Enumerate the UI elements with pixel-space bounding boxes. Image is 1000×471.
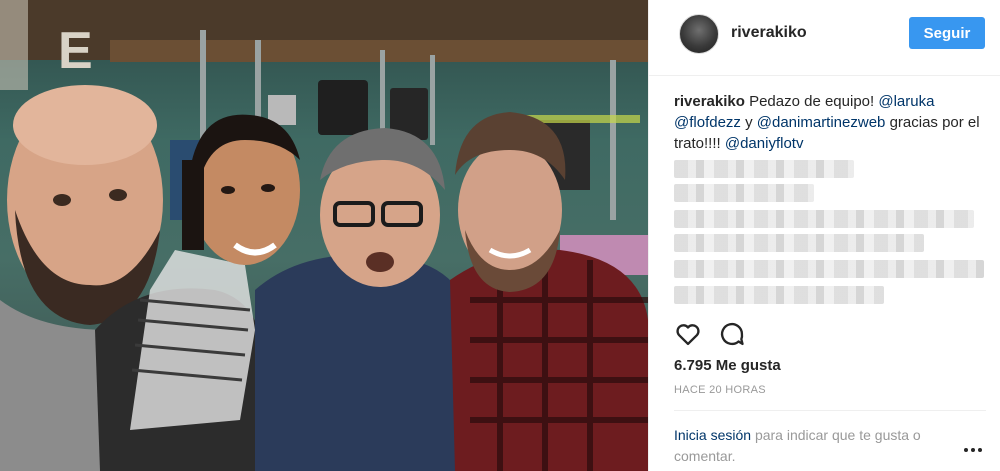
blurred-comment — [674, 210, 974, 228]
blurred-comments — [674, 158, 986, 308]
svg-text:E: E — [58, 22, 93, 80]
avatar[interactable] — [679, 14, 719, 54]
group-selfie-image: E — [0, 0, 648, 471]
divider — [674, 410, 986, 411]
blurred-comment — [674, 184, 814, 202]
post-side-panel: riverakiko Seguir riverakiko Pedazo de e… — [648, 0, 1000, 471]
login-link[interactable]: Inicia sesión — [674, 427, 751, 443]
post-actions — [674, 320, 794, 348]
timestamp[interactable]: HACE 20 HORAS — [674, 384, 766, 396]
mention-link[interactable]: @laruka — [878, 93, 934, 110]
mention-link[interactable]: @danimartinezweb — [757, 114, 886, 131]
mention-link[interactable]: @daniyflotv — [725, 135, 804, 152]
caption-username-link[interactable]: riverakiko — [674, 93, 745, 110]
mention-link[interactable]: @flofdezz — [674, 114, 741, 131]
more-options-icon[interactable] — [961, 438, 985, 462]
caption-text: Pedazo de equipo! — [749, 93, 875, 110]
heart-icon[interactable] — [674, 320, 702, 348]
follow-button[interactable]: Seguir — [909, 17, 985, 49]
comment-icon[interactable] — [718, 320, 746, 348]
post-photo[interactable]: E — [0, 0, 648, 471]
blurred-comment — [674, 260, 984, 278]
like-count[interactable]: 6.795 Me gusta — [674, 357, 781, 374]
login-prompt: Inicia sesión para indicar que te gusta … — [674, 425, 984, 467]
blurred-comment — [674, 234, 924, 252]
blurred-comment — [674, 160, 854, 178]
username-link[interactable]: riverakiko — [731, 24, 807, 42]
caption-text: y — [745, 114, 753, 131]
blurred-comment — [674, 286, 884, 304]
post-header: riverakiko Seguir — [649, 0, 1000, 76]
post-caption: riverakiko Pedazo de equipo! @laruka @fl… — [674, 91, 986, 154]
